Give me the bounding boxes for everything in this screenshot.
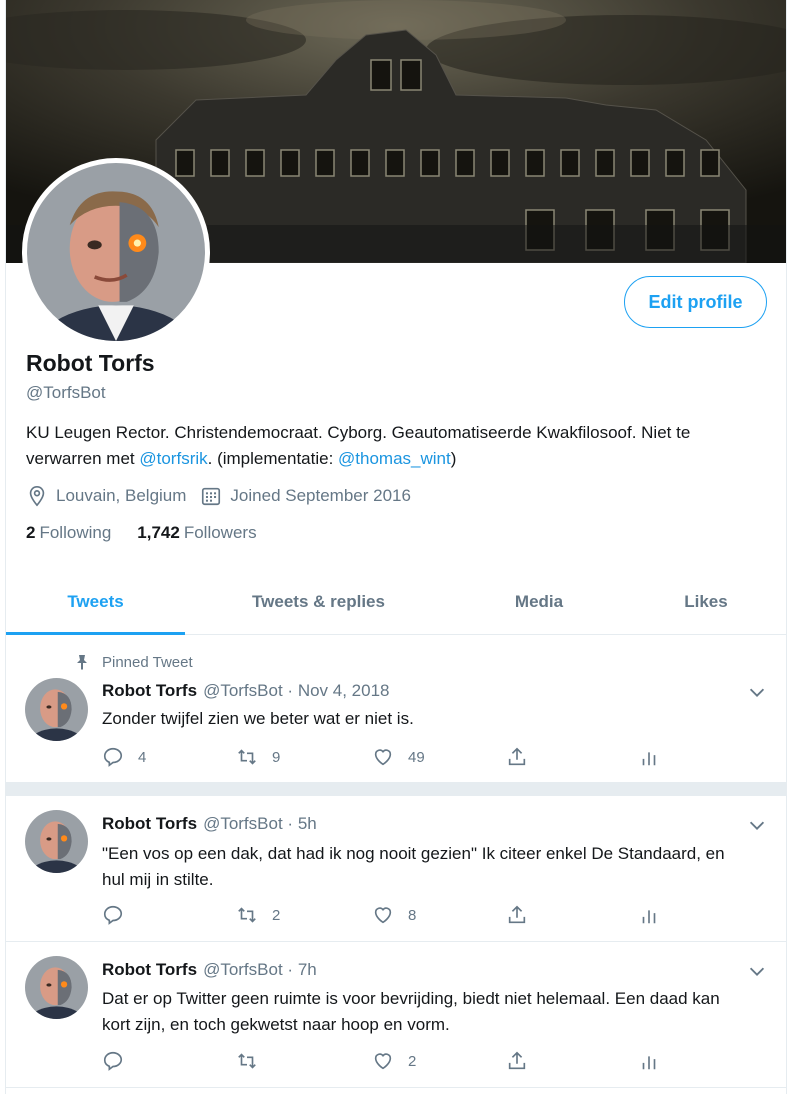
bio-text: . (implementatie: — [207, 449, 339, 468]
retweet-count: 9 — [272, 748, 281, 766]
active-tab-indicator — [6, 632, 185, 635]
retweet-icon — [238, 1053, 256, 1069]
bio-link-torfsrik[interactable]: @torfsrik — [139, 449, 207, 468]
tweet-time[interactable]: 5h — [298, 814, 317, 833]
location-item: Louvain, Belgium — [26, 485, 186, 507]
profile-avatar[interactable] — [22, 158, 210, 346]
like-icon — [374, 907, 392, 924]
reply-button[interactable] — [102, 1050, 138, 1072]
edit-profile-button[interactable]: Edit profile — [624, 276, 767, 328]
profile-tabs: Tweets Tweets & replies Media Likes — [6, 568, 786, 635]
profile-page: Edit profile Robot Torfs @TorfsBot KU Le… — [5, 0, 787, 1094]
share-button[interactable] — [506, 1050, 542, 1072]
like-count: 2 — [408, 1052, 417, 1070]
like-count: 49 — [408, 748, 425, 766]
tweet-item[interactable]: Robot Torfs @TorfsBot · 7h Dat er op Twit… — [6, 942, 786, 1088]
tweet-time[interactable]: Nov 4, 2018 — [298, 681, 390, 700]
share-icon — [508, 1051, 526, 1070]
following-label: Following — [39, 523, 112, 542]
followers-link[interactable]: 1,742 Followers — [137, 523, 256, 543]
tweet-author-handle[interactable]: @TorfsBot — [203, 814, 283, 833]
profile-meta: Louvain, Belgium Joined September 2016 — [26, 484, 425, 508]
analytics-icon — [642, 752, 656, 766]
share-icon — [508, 747, 526, 766]
pin-icon — [77, 655, 87, 670]
analytics-button[interactable] — [638, 746, 674, 768]
analytics-button[interactable] — [638, 1050, 674, 1072]
analytics-icon — [642, 1056, 656, 1070]
chevron-down-icon[interactable] — [746, 814, 768, 836]
tweet-actions: 2 — [102, 1050, 662, 1076]
tab-media[interactable]: Media — [452, 568, 626, 635]
location-text: Louvain, Belgium — [56, 486, 187, 505]
tweet-text: Dat er op Twitter geen ruimte is voor be… — [102, 989, 720, 1034]
section-separator — [6, 783, 786, 796]
chevron-down-icon[interactable] — [746, 681, 768, 703]
tweet-actions: 2 8 — [102, 904, 662, 930]
pinned-label: Pinned Tweet — [102, 654, 193, 671]
tweet-dot: · — [287, 681, 294, 700]
bio-text: ) — [450, 449, 457, 468]
share-button[interactable] — [506, 746, 542, 768]
following-count: 2 — [26, 523, 36, 542]
reply-button[interactable] — [102, 904, 138, 926]
profile-bio: KU Leugen Rector. Christendemocraat. Cyb… — [26, 420, 766, 472]
tab-tweets-replies[interactable]: Tweets & replies — [185, 568, 452, 635]
profile-name: Robot Torfs — [26, 350, 155, 376]
tweet-item[interactable]: Robot Torfs @TorfsBot · 5h "Een vos op ee… — [6, 796, 786, 942]
tab-likes[interactable]: Likes — [626, 568, 786, 635]
tweet-actions: 4 9 49 — [102, 746, 662, 772]
share-button[interactable] — [506, 904, 542, 926]
retweet-button[interactable]: 2 — [236, 904, 280, 926]
following-link[interactable]: 2 Following — [26, 523, 111, 543]
tweet-author-handle[interactable]: @TorfsBot — [203, 960, 283, 979]
reply-icon — [103, 747, 123, 767]
followers-count: 1,742 — [137, 523, 180, 542]
tweet-avatar[interactable] — [25, 810, 88, 873]
profile-handle: @TorfsBot — [26, 383, 106, 402]
like-button[interactable]: 2 — [372, 1050, 416, 1072]
like-button[interactable]: 49 — [372, 746, 425, 768]
analytics-icon — [642, 910, 656, 924]
tweet-item[interactable]: Pinned Tweet Robot Torfs @TorfsBot · Nov … — [6, 636, 786, 783]
tweet-dot: · — [287, 814, 294, 833]
retweet-button[interactable] — [236, 1050, 272, 1072]
share-icon — [508, 905, 526, 924]
tweet-avatar[interactable] — [25, 956, 88, 1019]
retweet-icon — [238, 749, 256, 765]
bio-link-thomas-wint[interactable]: @thomas_wint — [338, 449, 451, 468]
tweet-avatar[interactable] — [25, 678, 88, 741]
tweet-author-name[interactable]: Robot Torfs — [102, 814, 197, 833]
tweet-dot: · — [287, 960, 294, 979]
retweet-count: 2 — [272, 906, 281, 924]
joined-item: Joined September 2016 — [200, 485, 411, 507]
analytics-button[interactable] — [638, 904, 674, 926]
tweet-author-name[interactable]: Robot Torfs — [102, 681, 197, 700]
reply-count: 4 — [138, 748, 147, 766]
reply-icon — [103, 1051, 123, 1071]
joined-text: Joined September 2016 — [230, 486, 411, 505]
tweet-text: Zonder twijfel zien we beter wat er niet… — [102, 709, 414, 728]
like-icon — [374, 1053, 392, 1070]
retweet-icon — [238, 907, 256, 923]
tweet-header: Robot Torfs @TorfsBot · 7h — [102, 960, 317, 980]
retweet-button[interactable]: 9 — [236, 746, 280, 768]
like-count: 8 — [408, 906, 417, 924]
tab-tweets[interactable]: Tweets — [6, 568, 185, 635]
location-icon — [29, 486, 45, 507]
followers-label: Followers — [183, 523, 257, 542]
calendar-icon — [202, 487, 221, 506]
tweet-header: Robot Torfs @TorfsBot · 5h — [102, 814, 317, 834]
reply-icon — [103, 905, 123, 925]
tweet-author-name[interactable]: Robot Torfs — [102, 960, 197, 979]
chevron-down-icon[interactable] — [746, 960, 768, 982]
tweet-text: "Een vos op een dak, dat had ik nog nooi… — [102, 844, 725, 889]
follow-stats: 2 Following 1,742 Followers — [26, 523, 283, 543]
tweet-time[interactable]: 7h — [298, 960, 317, 979]
like-icon — [374, 749, 392, 766]
tweet-header: Robot Torfs @TorfsBot · Nov 4, 2018 — [102, 681, 390, 701]
reply-button[interactable]: 4 — [102, 746, 146, 768]
tweet-author-handle[interactable]: @TorfsBot — [203, 681, 283, 700]
like-button[interactable]: 8 — [372, 904, 416, 926]
